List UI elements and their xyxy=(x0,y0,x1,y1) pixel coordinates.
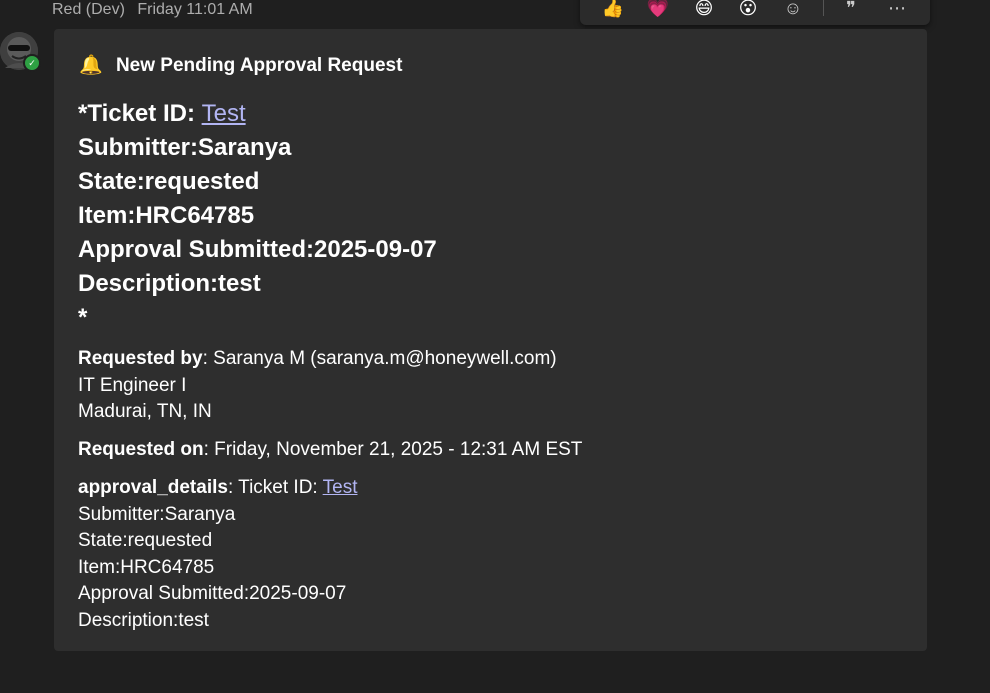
laugh-icon[interactable]: 😄 xyxy=(691,0,717,18)
reaction-separator xyxy=(823,0,824,16)
ticket-summary: *Ticket ID: Test Submitter:Saranya State… xyxy=(78,97,437,335)
reaction-bar: 👍 💗 😄 😮 ☺ ❞ ⋯ xyxy=(580,0,930,25)
ticket-id-link[interactable]: Test xyxy=(202,100,246,127)
ticket-id-line: *Ticket ID: Test xyxy=(78,97,437,131)
requested-on-value: : Friday, November 21, 2025 - 12:31 AM E… xyxy=(203,439,583,460)
card-title-text: New Pending Approval Request xyxy=(115,55,403,76)
approval-card: 🔔 New Pending Approval Request *Ticket I… xyxy=(54,29,927,651)
details-approval-submitted: Approval Submitted:2025-09-07 xyxy=(78,583,347,604)
requested-by-value: : Saranya M (saranya.m@honeywell.com) xyxy=(202,348,557,369)
more-options-icon[interactable]: ⋯ xyxy=(884,0,910,18)
approval-details-section: approval_details: Ticket ID: Test Submit… xyxy=(78,475,358,634)
surprised-icon[interactable]: 😮 xyxy=(735,0,761,18)
ticket-id-label: *Ticket ID: xyxy=(78,100,202,127)
details-submitter: Submitter:Saranya xyxy=(78,503,236,525)
heart-icon[interactable]: 💗 xyxy=(645,0,671,18)
add-reaction-icon[interactable]: ☺ xyxy=(780,0,806,18)
requested-on-section: Requested on: Friday, November 21, 2025 … xyxy=(78,437,582,464)
submitter-line: Submitter:Saranya xyxy=(78,134,292,161)
requested-by-section: Requested by: Saranya M (saranya.m@honey… xyxy=(78,346,557,426)
requester-location: Madurai, TN, IN xyxy=(78,401,212,422)
card-title: 🔔 New Pending Approval Request xyxy=(79,53,402,77)
approval-details-line: approval_details: Ticket ID: Test xyxy=(78,475,358,502)
bell-icon: 🔔 xyxy=(79,55,103,76)
details-state: State:requested xyxy=(78,530,213,551)
requested-on-label: Requested on xyxy=(78,439,204,460)
quote-icon[interactable]: ❞ xyxy=(838,0,864,18)
message-timestamp: Friday 11:01 AM xyxy=(137,1,253,18)
asterisk-line: * xyxy=(78,304,88,331)
presence-available-icon: ✓ xyxy=(23,54,41,72)
state-line: State:requested xyxy=(78,168,260,195)
avatar[interactable]: ✓ xyxy=(0,32,41,72)
approval-details-prefix: : Ticket ID: xyxy=(227,477,323,498)
sender-name[interactable]: Red (Dev) xyxy=(52,1,125,18)
details-description: Description:test xyxy=(78,609,209,631)
message-header: Red (Dev) Friday 11:01 AM xyxy=(52,1,253,19)
requested-on-line: Requested on: Friday, November 21, 2025 … xyxy=(78,437,582,464)
description-line: Description:test xyxy=(78,270,261,297)
details-item: Item:HRC64785 xyxy=(78,556,215,578)
requested-by-line: Requested by: Saranya M (saranya.m@honey… xyxy=(78,346,557,373)
approval-submitted-line: Approval Submitted:2025-09-07 xyxy=(78,236,437,263)
approval-details-label: approval_details xyxy=(78,477,228,498)
requested-by-label: Requested by xyxy=(78,348,203,369)
item-line: Item:HRC64785 xyxy=(78,202,255,229)
requester-role: IT Engineer I xyxy=(78,374,187,396)
thumbs-up-icon[interactable]: 👍 xyxy=(600,0,626,18)
approval-details-ticket-link[interactable]: Test xyxy=(323,477,358,498)
